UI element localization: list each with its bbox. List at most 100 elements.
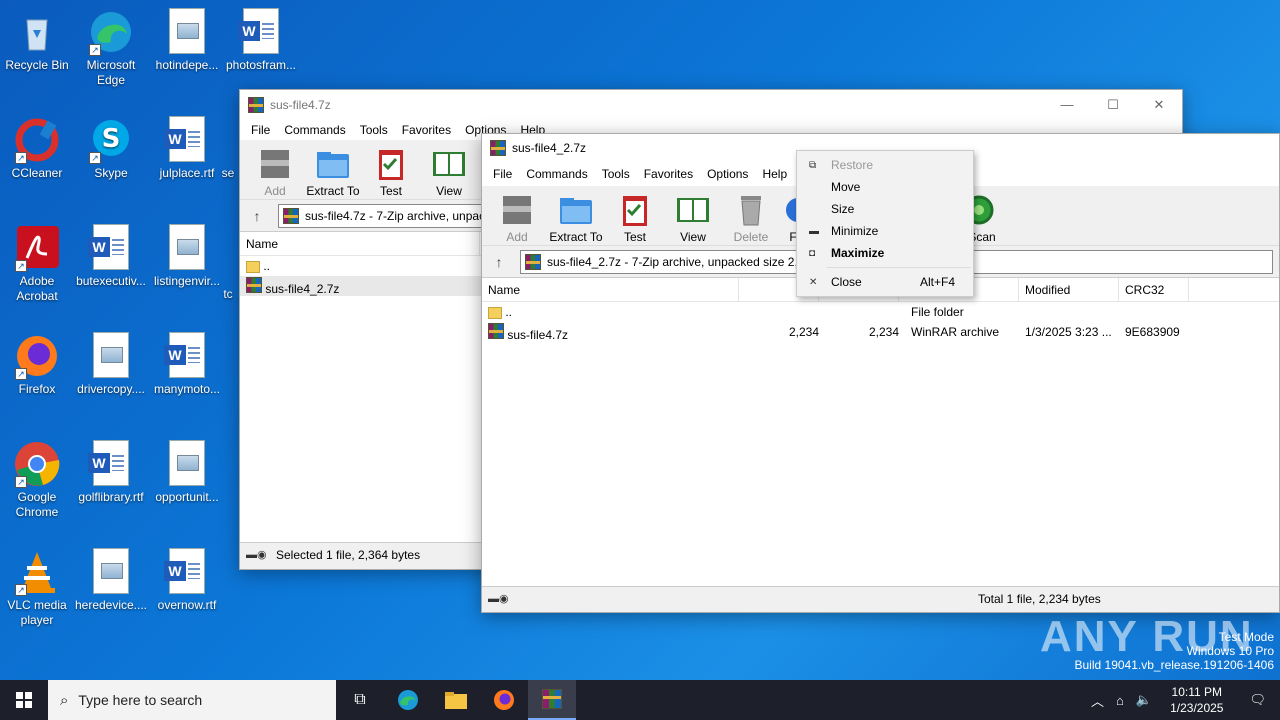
desktop-icon-manymoto[interactable]: W manymoto... <box>150 332 224 397</box>
menu-help[interactable]: Help <box>755 167 794 181</box>
desktop-icon-tc-partial[interactable]: tc <box>214 224 242 302</box>
ccleaner-icon: ↗ <box>13 116 61 164</box>
desktop-icon-listingenvir[interactable]: listingenvir... <box>150 224 224 289</box>
desktop-icon-label: VLC media player <box>7 598 67 627</box>
task-view-icon: ⧉ <box>354 691 366 708</box>
menu-file[interactable]: File <box>244 123 277 137</box>
item-name: .. <box>263 259 271 273</box>
desktop-icon-hotindepe[interactable]: hotindepe... <box>150 8 224 73</box>
test-button[interactable]: Test <box>362 146 420 198</box>
tool-label: Test <box>379 184 402 198</box>
start-button[interactable] <box>0 680 48 720</box>
edge-icon: ↗ <box>87 8 135 56</box>
delete-button[interactable]: Delete <box>722 192 780 244</box>
column-name[interactable]: Name <box>482 277 739 302</box>
extract-to-button[interactable]: Extract To <box>304 146 362 198</box>
notifications-icon[interactable]: 🗨 <box>1235 692 1280 708</box>
desktop-icon-ccleaner[interactable]: ↗ CCleaner <box>0 116 74 181</box>
menu-item-move[interactable]: Move <box>797 176 973 198</box>
menu-options[interactable]: Options <box>700 167 755 181</box>
desktop-icon-vlc[interactable]: ↗ VLC media player <box>0 548 74 628</box>
desktop-icon-drivercopy[interactable]: drivercopy.... <box>74 332 148 397</box>
clock[interactable]: 10:11 PM 1/23/2025 <box>1158 684 1235 716</box>
add-button[interactable]: Add <box>246 146 304 198</box>
menu-item-label: Size <box>831 202 855 216</box>
desktop-icon-butexecutiv[interactable]: W butexecutiv... <box>74 224 148 289</box>
winrar-icon <box>525 253 541 270</box>
desktop-icon-microsoft-edge[interactable]: ↗ Microsoft Edge <box>74 8 148 88</box>
menu-tools[interactable]: Tools <box>595 167 637 181</box>
svg-text:S: S <box>102 124 121 154</box>
window-title: sus-file4.7z <box>270 98 331 112</box>
maximize-button[interactable]: ☐ <box>1090 90 1136 120</box>
up-arrow-icon[interactable]: ↑ <box>246 208 268 224</box>
menu-item-size[interactable]: Size <box>797 198 973 220</box>
menu-commands[interactable]: Commands <box>277 123 352 137</box>
window-title: sus-file4_2.7z <box>512 141 587 155</box>
statusbar: ▬◉ Total 1 file, 2,234 bytes <box>482 586 1279 610</box>
view-button[interactable]: View <box>664 192 722 244</box>
menu-favorites[interactable]: Favorites <box>395 123 458 137</box>
desktop-icon-julplace[interactable]: W julplace.rtf <box>150 116 224 181</box>
extract-folder-icon <box>558 192 594 228</box>
taskbar-edge[interactable] <box>384 680 432 720</box>
column-modified[interactable]: Modified <box>1019 277 1119 302</box>
desktop-icon-photosfram[interactable]: W photosfram... <box>224 8 298 73</box>
menu-tools[interactable]: Tools <box>353 123 395 137</box>
desktop-icon-label: se <box>221 166 235 180</box>
network-icon[interactable]: ⌂ <box>1110 693 1130 708</box>
menu-commands[interactable]: Commands <box>519 167 594 181</box>
desktop-icon-se-partial[interactable]: se <box>214 116 242 181</box>
item-name: sus-file4_2.7z <box>265 281 340 296</box>
extract-to-button[interactable]: Extract To <box>546 192 606 244</box>
task-view-button[interactable]: ⧉ <box>336 680 384 720</box>
close-button[interactable]: ✕ <box>1136 90 1182 120</box>
window-titlebar[interactable]: sus-file4.7z — ☐ ✕ <box>240 90 1182 120</box>
image-document-icon <box>163 224 211 272</box>
winrar-icon <box>248 97 264 113</box>
taskbar-winrar[interactable] <box>528 680 576 720</box>
menu-item-restore[interactable]: ⧉ Restore <box>797 154 973 176</box>
desktop-icon-label: manymoto... <box>153 382 221 396</box>
menu-file[interactable]: File <box>486 167 519 181</box>
image-document-icon <box>87 332 135 380</box>
list-item[interactable]: .. File folder <box>482 302 1279 322</box>
tool-label: Test <box>623 230 646 244</box>
minimize-button[interactable]: — <box>1044 90 1090 120</box>
column-name[interactable]: Name <box>240 231 480 256</box>
shortcut-arrow-icon: ↗ <box>89 152 101 164</box>
drive-icon: ▬◉ <box>488 593 509 605</box>
desktop-icon-opportunit[interactable]: opportunit... <box>150 440 224 505</box>
desktop-icon-overnow[interactable]: W overnow.rtf <box>150 548 224 613</box>
desktop-icon-golflibrary[interactable]: W golflibrary.rtf <box>74 440 148 505</box>
recycle-bin-icon <box>13 8 61 56</box>
desktop-icon-skype[interactable]: S ↗ Skype <box>74 116 148 181</box>
taskbar-search[interactable]: ⌕ Type here to search <box>48 680 336 720</box>
file-list[interactable]: Name S Modified CRC32 .. File folder sus… <box>482 277 1279 586</box>
desktop-icon-heredevice[interactable]: heredevice.... <box>74 548 148 613</box>
volume-icon[interactable]: 🔈 <box>1130 692 1158 708</box>
desktop-icon-label: golflibrary.rtf <box>78 490 144 504</box>
taskbar-file-explorer[interactable] <box>432 680 480 720</box>
desktop-icon-firefox[interactable]: ↗ Firefox <box>0 332 74 397</box>
test-button[interactable]: Test <box>606 192 664 244</box>
desktop-icon-adobe-acrobat[interactable]: ↗ Adobe Acrobat <box>0 224 74 304</box>
list-item[interactable]: sus-file4.7z 2,234 2,234 WinRAR archive … <box>482 322 1279 342</box>
desktop-icon-google-chrome[interactable]: ↗ Google Chrome <box>0 440 74 520</box>
desktop-icon-recycle-bin[interactable]: Recycle Bin <box>0 8 74 73</box>
desktop-icon-label: Recycle Bin <box>5 58 69 72</box>
desktop-icon-label: CCleaner <box>11 166 63 180</box>
view-button[interactable]: View <box>420 146 478 198</box>
column-crc32[interactable]: CRC32 <box>1119 277 1189 302</box>
tool-label: View <box>680 230 706 244</box>
menu-item-minimize[interactable]: ▬ Minimize <box>797 220 973 242</box>
chevron-up-icon[interactable]: ︿ <box>1085 691 1110 710</box>
add-button[interactable]: Add <box>488 192 546 244</box>
menu-favorites[interactable]: Favorites <box>637 167 700 181</box>
menu-item-maximize[interactable]: ◘ Maximize <box>797 242 973 264</box>
up-arrow-icon[interactable]: ↑ <box>488 254 510 270</box>
desktop-icon-label: butexecutiv... <box>76 274 146 288</box>
taskbar-firefox[interactable] <box>480 680 528 720</box>
status-text: Selected 1 file, 2,364 bytes <box>276 547 421 562</box>
menu-item-close[interactable]: ✕ Close Alt+F4 <box>797 271 973 293</box>
